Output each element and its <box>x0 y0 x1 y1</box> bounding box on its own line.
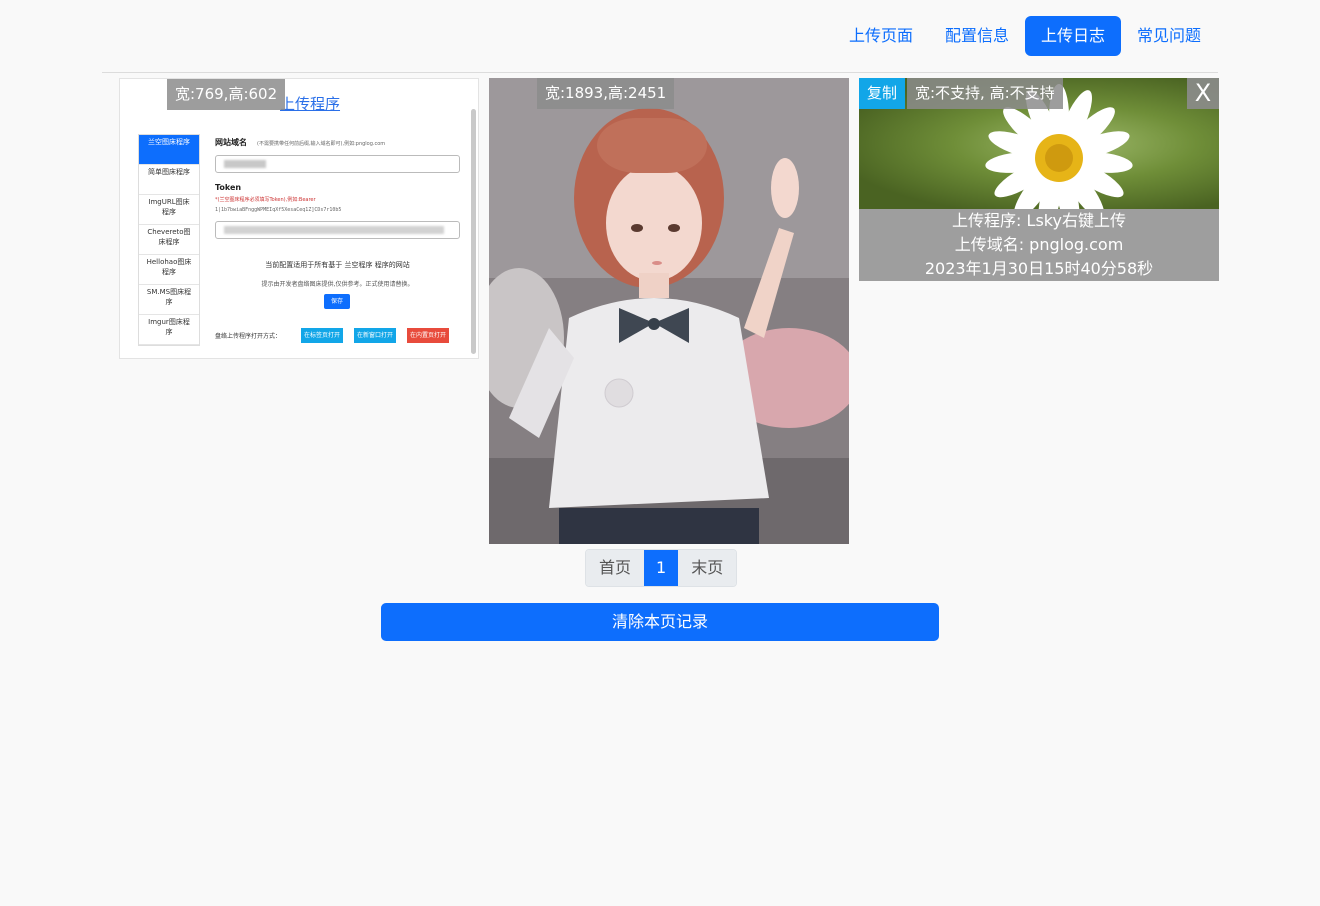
screenshot-title: 上传程序 <box>280 95 341 113</box>
upload-info: 上传程序: Lsky右键上传 上传域名: pnglog.com 2023年1月3… <box>859 209 1219 281</box>
upload-time-text: 2023年1月30日15时40分58秒 <box>924 259 1154 278</box>
top-nav: 上传页面 配置信息 上传日志 常见问题 <box>833 16 1217 56</box>
screenshot-open-inline-button: 在内置页打开 <box>407 328 450 343</box>
pagination: 首页 1 末页 <box>585 549 738 587</box>
close-button[interactable]: X <box>1187 78 1219 109</box>
screenshot-provider-note: 提示由开发者盘络图床提供,仅供参考。正式使用请替换。 <box>261 281 414 288</box>
screenshot-sidebar-item: Chevereto图床程序 <box>139 225 199 255</box>
image-card-portrait-photo[interactable]: 宽:1893,高:2451 <box>489 78 849 544</box>
image-card-settings-screenshot[interactable]: 上传程序 兰空图床程序 简单图床程序 ImgURL图床程序 Chevereto图… <box>119 78 479 359</box>
screenshot-sidebar-item: 简单图床程序 <box>139 165 199 195</box>
screenshot-sidebar-item: Hellohao图床程序 <box>139 255 199 285</box>
screenshot-domain-note: (不需要携带任何前后缀,输入域名即可),例如:pnglog.com <box>257 141 386 147</box>
screenshot-sidebar: 兰空图床程序 简单图床程序 ImgURL图床程序 Chevereto图床程序 H… <box>138 134 200 346</box>
portrait-photo-image <box>489 78 849 544</box>
nav-upload-log[interactable]: 上传日志 <box>1024 16 1121 56</box>
screenshot-token-note: *(兰空图床程序必须填写Token),例如:Bearer <box>215 197 316 203</box>
screenshot-token-example: 1|1b7bwiaBFnggWPMEIqXf5XesaCeq1Z]CDs7r10… <box>215 207 342 213</box>
screenshot-domain-input <box>215 155 460 173</box>
screenshot-token-input <box>215 221 460 239</box>
screenshot-save-button: 保存 <box>324 294 350 309</box>
image-size-badge: 宽:1893,高:2451 <box>537 78 675 109</box>
screenshot-sidebar-item: ImgURL图床程序 <box>139 195 199 225</box>
current-page-button[interactable]: 1 <box>644 550 679 586</box>
screenshot-token-label: Token <box>215 183 242 192</box>
upload-domain-text: 上传域名: pnglog.com <box>954 235 1124 254</box>
screenshot-sidebar-item: Imgur图床程序 <box>139 315 199 345</box>
screenshot-applies-note: 当前配置适用于所有基于 兰空程序 程序的网站 <box>265 261 410 269</box>
copy-button[interactable]: 复制 <box>859 78 906 109</box>
header-divider <box>102 72 1218 73</box>
screenshot-scrollbar <box>471 109 476 354</box>
image-size-badge: 宽:不支持, 高:不支持 <box>907 78 1063 109</box>
last-page-button[interactable]: 末页 <box>678 550 737 586</box>
screenshot-sidebar-item: SM.MS图床程序 <box>139 285 199 315</box>
image-size-badge: 宽:769,高:602 <box>167 79 286 110</box>
first-page-button[interactable]: 首页 <box>586 550 645 586</box>
screenshot-open-label: 盘络上传程序打开方式： <box>215 333 282 340</box>
upload-program-text: 上传程序: Lsky右键上传 <box>952 211 1126 230</box>
screenshot-sidebar-item: 兰空图床程序 <box>139 135 199 165</box>
nav-config-info[interactable]: 配置信息 <box>929 16 1025 56</box>
screenshot-open-window-button: 在新窗口打开 <box>354 328 397 343</box>
image-card-flower[interactable]: 复制 宽:不支持, 高:不支持 X 上传程序: Lsky右键上传 上传域名: p… <box>859 78 1219 281</box>
nav-upload-page[interactable]: 上传页面 <box>833 16 929 56</box>
screenshot-domain-label: 网站域名 <box>215 138 247 147</box>
nav-faq[interactable]: 常见问题 <box>1121 16 1217 56</box>
screenshot-open-tab-button: 在标签页打开 <box>301 328 344 343</box>
clear-page-records-button[interactable]: 清除本页记录 <box>381 603 939 641</box>
